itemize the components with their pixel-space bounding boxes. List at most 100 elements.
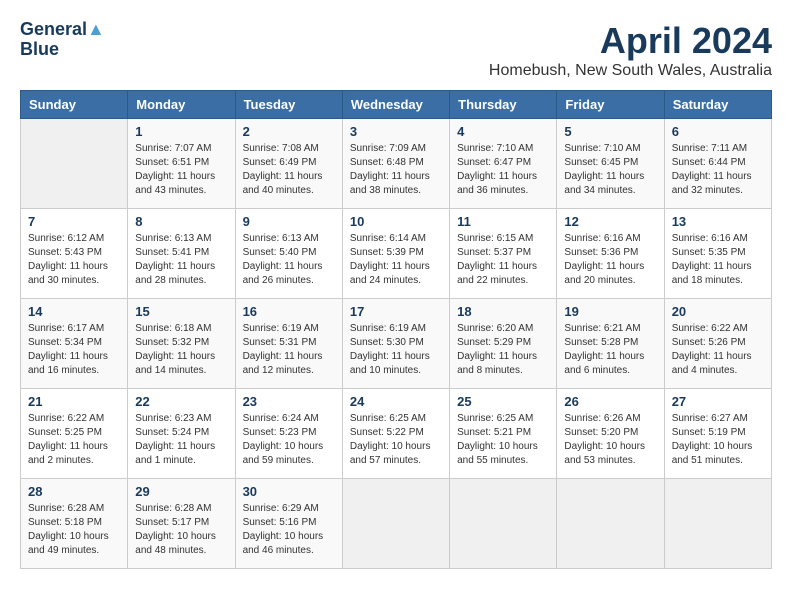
calendar-header-friday: Friday xyxy=(557,91,664,119)
calendar-cell xyxy=(664,479,771,569)
day-info: Sunrise: 6:26 AMSunset: 5:20 PMDaylight:… xyxy=(564,412,656,468)
day-info: Sunrise: 6:14 AMSunset: 5:39 PMDaylight:… xyxy=(350,232,442,288)
main-title: April 2024 xyxy=(489,20,772,62)
calendar-table: SundayMondayTuesdayWednesdayThursdayFrid… xyxy=(20,90,772,569)
day-info: Sunrise: 6:21 AMSunset: 5:28 PMDaylight:… xyxy=(564,322,656,378)
calendar-cell xyxy=(450,479,557,569)
calendar-cell: 14 Sunrise: 6:17 AMSunset: 5:34 PMDayligh… xyxy=(21,299,128,389)
calendar-header-monday: Monday xyxy=(128,91,235,119)
calendar-cell: 9 Sunrise: 6:13 AMSunset: 5:40 PMDaylight… xyxy=(235,209,342,299)
day-info: Sunrise: 7:09 AMSunset: 6:48 PMDaylight:… xyxy=(350,142,442,198)
calendar-header-row: SundayMondayTuesdayWednesdayThursdayFrid… xyxy=(21,91,772,119)
calendar-week-row: 28 Sunrise: 6:28 AMSunset: 5:18 PMDayligh… xyxy=(21,479,772,569)
calendar-cell: 4 Sunrise: 7:10 AMSunset: 6:47 PMDaylight… xyxy=(450,119,557,209)
day-number: 23 xyxy=(243,394,335,409)
calendar-week-row: 7 Sunrise: 6:12 AMSunset: 5:43 PMDaylight… xyxy=(21,209,772,299)
calendar-cell: 15 Sunrise: 6:18 AMSunset: 5:32 PMDayligh… xyxy=(128,299,235,389)
calendar-cell: 19Sunrise: 6:21 AMSunset: 5:28 PMDayligh… xyxy=(557,299,664,389)
calendar-header-saturday: Saturday xyxy=(664,91,771,119)
calendar-cell: 1 Sunrise: 7:07 AMSunset: 6:51 PMDaylight… xyxy=(128,119,235,209)
calendar-cell: 3 Sunrise: 7:09 AMSunset: 6:48 PMDaylight… xyxy=(342,119,449,209)
day-number: 25 xyxy=(457,394,549,409)
day-number: 29 xyxy=(135,484,227,499)
day-info: Sunrise: 6:28 AMSunset: 5:17 PMDaylight:… xyxy=(135,502,227,558)
day-info: Sunrise: 6:15 AMSunset: 5:37 PMDaylight:… xyxy=(457,232,549,288)
day-number: 11 xyxy=(457,214,549,229)
day-info: Sunrise: 6:25 AMSunset: 5:21 PMDaylight:… xyxy=(457,412,549,468)
day-number: 18 xyxy=(457,304,549,319)
day-number: 17 xyxy=(350,304,442,319)
calendar-cell: 22Sunrise: 6:23 AMSunset: 5:24 PMDayligh… xyxy=(128,389,235,479)
calendar-header-tuesday: Tuesday xyxy=(235,91,342,119)
calendar-cell xyxy=(557,479,664,569)
day-info: Sunrise: 6:29 AMSunset: 5:16 PMDaylight:… xyxy=(243,502,335,558)
day-number: 20 xyxy=(672,304,764,319)
calendar-week-row: 14 Sunrise: 6:17 AMSunset: 5:34 PMDayligh… xyxy=(21,299,772,389)
day-info: Sunrise: 6:16 AMSunset: 5:35 PMDaylight:… xyxy=(672,232,764,288)
day-number: 7 xyxy=(28,214,120,229)
day-number: 24 xyxy=(350,394,442,409)
day-info: Sunrise: 6:12 AMSunset: 5:43 PMDaylight:… xyxy=(28,232,120,288)
day-number: 28 xyxy=(28,484,120,499)
title-block: April 2024 Homebush, New South Wales, Au… xyxy=(489,20,772,80)
calendar-cell: 7 Sunrise: 6:12 AMSunset: 5:43 PMDaylight… xyxy=(21,209,128,299)
calendar-cell: 12 Sunrise: 6:16 AMSunset: 5:36 PMDayligh… xyxy=(557,209,664,299)
calendar-cell xyxy=(342,479,449,569)
day-info: Sunrise: 6:22 AMSunset: 5:26 PMDaylight:… xyxy=(672,322,764,378)
calendar-header-wednesday: Wednesday xyxy=(342,91,449,119)
calendar-cell: 21 Sunrise: 6:22 AMSunset: 5:25 PMDayligh… xyxy=(21,389,128,479)
calendar-cell: 2Sunrise: 7:08 AMSunset: 6:49 PMDaylight… xyxy=(235,119,342,209)
calendar-cell: 11 Sunrise: 6:15 AMSunset: 5:37 PMDayligh… xyxy=(450,209,557,299)
day-number: 3 xyxy=(350,124,442,139)
day-number: 15 xyxy=(135,304,227,319)
day-number: 4 xyxy=(457,124,549,139)
day-number: 6 xyxy=(672,124,764,139)
day-info: Sunrise: 6:28 AMSunset: 5:18 PMDaylight:… xyxy=(28,502,120,558)
day-info: Sunrise: 6:16 AMSunset: 5:36 PMDaylight:… xyxy=(564,232,656,288)
day-info: Sunrise: 6:18 AMSunset: 5:32 PMDaylight:… xyxy=(135,322,227,378)
day-info: Sunrise: 6:25 AMSunset: 5:22 PMDaylight:… xyxy=(350,412,442,468)
calendar-cell: 20 Sunrise: 6:22 AMSunset: 5:26 PMDayligh… xyxy=(664,299,771,389)
calendar-week-row: 21 Sunrise: 6:22 AMSunset: 5:25 PMDayligh… xyxy=(21,389,772,479)
calendar-cell: 28 Sunrise: 6:28 AMSunset: 5:18 PMDayligh… xyxy=(21,479,128,569)
day-number: 1 xyxy=(135,124,227,139)
day-info: Sunrise: 6:20 AMSunset: 5:29 PMDaylight:… xyxy=(457,322,549,378)
day-info: Sunrise: 6:17 AMSunset: 5:34 PMDaylight:… xyxy=(28,322,120,378)
day-info: Sunrise: 7:10 AMSunset: 6:47 PMDaylight:… xyxy=(457,142,549,198)
logo: General▲Blue xyxy=(20,20,105,60)
day-number: 10 xyxy=(350,214,442,229)
calendar-cell: 26 Sunrise: 6:26 AMSunset: 5:20 PMDayligh… xyxy=(557,389,664,479)
day-number: 13 xyxy=(672,214,764,229)
calendar-cell: 24 Sunrise: 6:25 AMSunset: 5:22 PMDayligh… xyxy=(342,389,449,479)
day-info: Sunrise: 6:22 AMSunset: 5:25 PMDaylight:… xyxy=(28,412,120,468)
day-number: 27 xyxy=(672,394,764,409)
calendar-cell: 27 Sunrise: 6:27 AMSunset: 5:19 PMDayligh… xyxy=(664,389,771,479)
calendar-header-thursday: Thursday xyxy=(450,91,557,119)
day-info: Sunrise: 7:08 AMSunset: 6:49 PMDaylight:… xyxy=(243,142,335,198)
calendar-cell: 29 Sunrise: 6:28 AMSunset: 5:17 PMDayligh… xyxy=(128,479,235,569)
calendar-cell: 10 Sunrise: 6:14 AMSunset: 5:39 PMDayligh… xyxy=(342,209,449,299)
day-number: 12 xyxy=(564,214,656,229)
day-info: Sunrise: 7:10 AMSunset: 6:45 PMDaylight:… xyxy=(564,142,656,198)
subtitle: Homebush, New South Wales, Australia xyxy=(489,62,772,80)
day-number: 21 xyxy=(28,394,120,409)
day-info: Sunrise: 7:07 AMSunset: 6:51 PMDaylight:… xyxy=(135,142,227,198)
calendar-cell: 16Sunrise: 6:19 AMSunset: 5:31 PMDayligh… xyxy=(235,299,342,389)
calendar-cell: 17Sunrise: 6:19 AMSunset: 5:30 PMDayligh… xyxy=(342,299,449,389)
day-number: 30 xyxy=(243,484,335,499)
day-info: Sunrise: 6:13 AMSunset: 5:41 PMDaylight:… xyxy=(135,232,227,288)
day-info: Sunrise: 7:11 AMSunset: 6:44 PMDaylight:… xyxy=(672,142,764,198)
day-number: 8 xyxy=(135,214,227,229)
day-info: Sunrise: 6:24 AMSunset: 5:23 PMDaylight:… xyxy=(243,412,335,468)
day-number: 9 xyxy=(243,214,335,229)
day-number: 14 xyxy=(28,304,120,319)
page-header: General▲Blue April 2024 Homebush, New So… xyxy=(20,20,772,80)
calendar-cell: 6 Sunrise: 7:11 AMSunset: 6:44 PMDaylight… xyxy=(664,119,771,209)
day-number: 16 xyxy=(243,304,335,319)
day-info: Sunrise: 6:27 AMSunset: 5:19 PMDaylight:… xyxy=(672,412,764,468)
day-info: Sunrise: 6:13 AMSunset: 5:40 PMDaylight:… xyxy=(243,232,335,288)
calendar-week-row: 1 Sunrise: 7:07 AMSunset: 6:51 PMDaylight… xyxy=(21,119,772,209)
calendar-header-sunday: Sunday xyxy=(21,91,128,119)
calendar-cell: 13 Sunrise: 6:16 AMSunset: 5:35 PMDayligh… xyxy=(664,209,771,299)
day-number: 26 xyxy=(564,394,656,409)
